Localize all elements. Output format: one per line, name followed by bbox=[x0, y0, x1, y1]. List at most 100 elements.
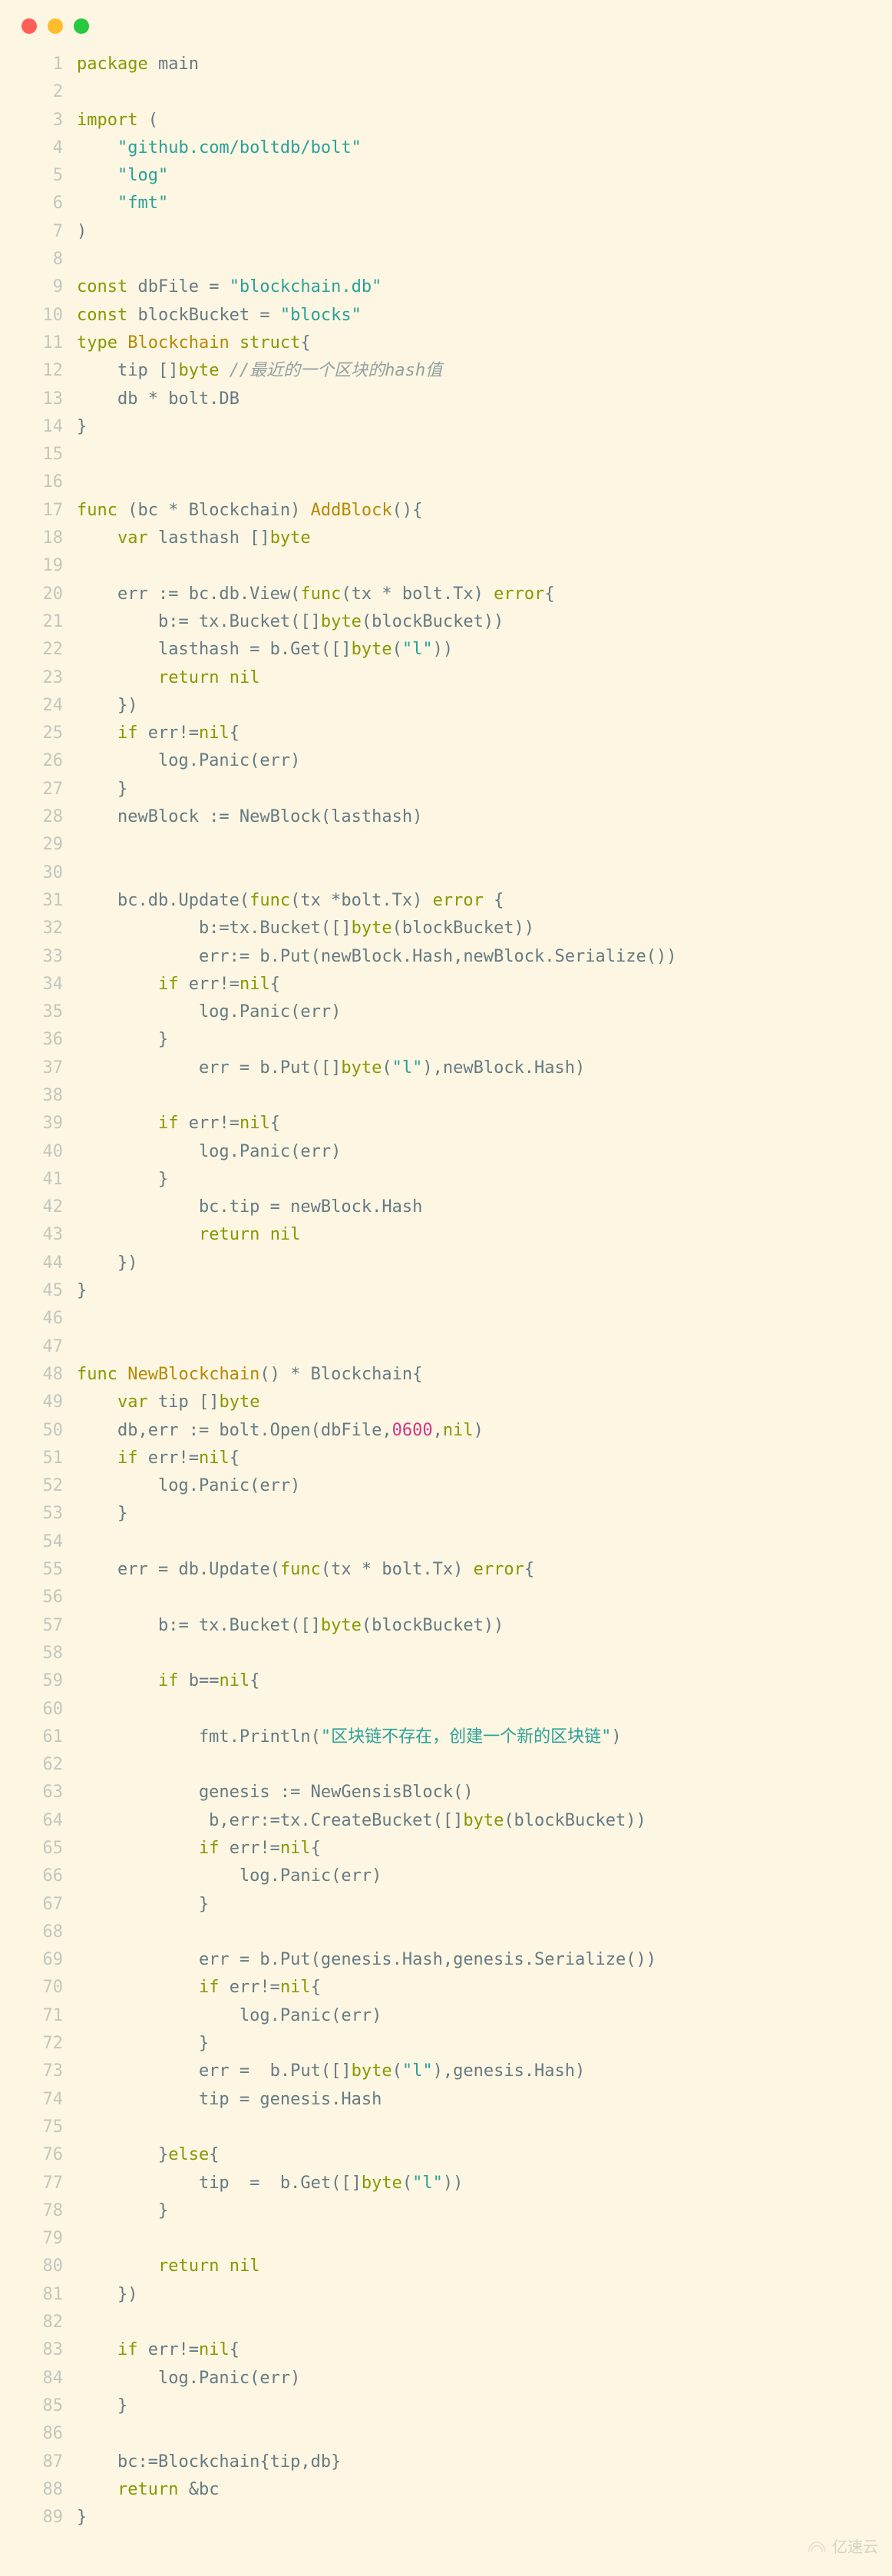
code-line[interactable]: 15 bbox=[21, 441, 871, 469]
code-editor[interactable]: 1package main23import (4 "github.com/bol… bbox=[0, 51, 892, 2531]
line-source[interactable]: if err!=nil{ bbox=[77, 1974, 871, 2002]
line-source[interactable]: b:=tx.Bucket([]byte(blockBucket)) bbox=[77, 915, 871, 942]
line-source[interactable]: } bbox=[77, 1166, 871, 1194]
line-source[interactable]: if b==nil{ bbox=[77, 1667, 871, 1695]
code-line[interactable]: 84 log.Panic(err) bbox=[21, 2365, 871, 2392]
line-source[interactable] bbox=[77, 2420, 871, 2448]
line-source[interactable]: }) bbox=[77, 2281, 871, 2309]
code-line[interactable]: 8 bbox=[21, 246, 871, 273]
line-source[interactable]: }) bbox=[77, 1250, 871, 1277]
code-line[interactable]: 57 b:= tx.Bucket([]byte(blockBucket)) bbox=[21, 1612, 871, 1640]
line-source[interactable]: err:= b.Put(newBlock.Hash,newBlock.Seria… bbox=[77, 943, 871, 971]
code-line[interactable]: 42 bc.tip = newBlock.Hash bbox=[21, 1194, 871, 1221]
line-source[interactable]: log.Panic(err) bbox=[77, 1472, 871, 1500]
code-line[interactable]: 14} bbox=[21, 413, 871, 441]
code-line[interactable]: 22 lasthash = b.Get([]byte("l")) bbox=[21, 636, 871, 664]
code-line[interactable]: 11type Blockchain struct{ bbox=[21, 329, 871, 357]
line-source[interactable]: if err!=nil{ bbox=[77, 1110, 871, 1137]
code-line[interactable]: 75 bbox=[21, 2114, 871, 2141]
code-line[interactable]: 35 log.Panic(err) bbox=[21, 998, 871, 1026]
line-source[interactable] bbox=[77, 552, 871, 580]
line-source[interactable] bbox=[77, 1333, 871, 1361]
line-source[interactable]: err = b.Put([]byte("l"),genesis.Hash) bbox=[77, 2058, 871, 2085]
line-source[interactable] bbox=[77, 1584, 871, 1611]
code-line[interactable]: 85 } bbox=[21, 2392, 871, 2420]
line-source[interactable]: type Blockchain struct{ bbox=[77, 329, 871, 357]
code-line[interactable]: 29 bbox=[21, 831, 871, 859]
code-line[interactable]: 30 bbox=[21, 859, 871, 887]
code-line[interactable]: 10const blockBucket = "blocks" bbox=[21, 302, 871, 329]
line-source[interactable]: } bbox=[77, 1500, 871, 1528]
line-source[interactable]: if err!=nil{ bbox=[77, 720, 871, 747]
code-line[interactable]: 64 b,err:=tx.CreateBucket([]byte(blockBu… bbox=[21, 1807, 871, 1835]
code-line[interactable]: 51 if err!=nil{ bbox=[21, 1445, 871, 1472]
code-line[interactable]: 48func NewBlockchain() * Blockchain{ bbox=[21, 1361, 871, 1389]
code-line[interactable]: 2 bbox=[21, 78, 871, 106]
code-line[interactable]: 36 } bbox=[21, 1026, 871, 1054]
line-source[interactable]: tip = b.Get([]byte("l")) bbox=[77, 2170, 871, 2197]
line-source[interactable]: } bbox=[77, 2030, 871, 2058]
zoom-icon[interactable] bbox=[74, 18, 89, 34]
code-line[interactable]: 73 err = b.Put([]byte("l"),genesis.Hash) bbox=[21, 2058, 871, 2085]
line-source[interactable]: const blockBucket = "blocks" bbox=[77, 302, 871, 329]
code-line[interactable]: 23 return nil bbox=[21, 664, 871, 692]
code-line[interactable]: 49 var tip []byte bbox=[21, 1389, 871, 1416]
line-source[interactable]: b:= tx.Bucket([]byte(blockBucket)) bbox=[77, 1612, 871, 1640]
line-source[interactable] bbox=[77, 1919, 871, 1946]
line-source[interactable]: newBlock := NewBlock(lasthash) bbox=[77, 803, 871, 831]
line-source[interactable]: log.Panic(err) bbox=[77, 1862, 871, 1890]
line-source[interactable]: "github.com/boltdb/bolt" bbox=[77, 134, 871, 162]
line-source[interactable]: tip = genesis.Hash bbox=[77, 2086, 871, 2114]
line-source[interactable]: var lasthash []byte bbox=[77, 525, 871, 552]
code-line[interactable]: 67 } bbox=[21, 1891, 871, 1919]
line-source[interactable] bbox=[77, 1640, 871, 1667]
line-source[interactable]: log.Panic(err) bbox=[77, 747, 871, 775]
line-source[interactable] bbox=[77, 1751, 871, 1779]
line-source[interactable]: err = b.Put([]byte("l"),newBlock.Hash) bbox=[77, 1055, 871, 1082]
line-source[interactable]: }) bbox=[77, 692, 871, 720]
code-line[interactable]: 59 if b==nil{ bbox=[21, 1667, 871, 1695]
code-line[interactable]: 44 }) bbox=[21, 1250, 871, 1277]
code-line[interactable]: 34 if err!=nil{ bbox=[21, 971, 871, 998]
code-line[interactable]: 78 } bbox=[21, 2197, 871, 2225]
line-source[interactable]: return nil bbox=[77, 1221, 871, 1249]
minimize-icon[interactable] bbox=[48, 18, 63, 34]
code-line[interactable]: 45} bbox=[21, 1277, 871, 1305]
line-source[interactable]: const dbFile = "blockchain.db" bbox=[77, 273, 871, 301]
line-source[interactable]: package main bbox=[77, 51, 871, 78]
code-line[interactable]: 28 newBlock := NewBlock(lasthash) bbox=[21, 803, 871, 831]
code-line[interactable]: 71 log.Panic(err) bbox=[21, 2002, 871, 2030]
line-source[interactable]: func NewBlockchain() * Blockchain{ bbox=[77, 1361, 871, 1389]
line-source[interactable]: } bbox=[77, 2197, 871, 2225]
line-source[interactable]: "fmt" bbox=[77, 190, 871, 217]
code-line[interactable]: 24 }) bbox=[21, 692, 871, 720]
code-line[interactable]: 83 if err!=nil{ bbox=[21, 2336, 871, 2364]
line-source[interactable]: } bbox=[77, 1891, 871, 1919]
code-line[interactable]: 72 } bbox=[21, 2030, 871, 2058]
line-source[interactable]: err = b.Put(genesis.Hash,genesis.Seriali… bbox=[77, 1946, 871, 1974]
code-line[interactable]: 89} bbox=[21, 2504, 871, 2531]
line-source[interactable]: return nil bbox=[77, 664, 871, 692]
code-line[interactable]: 63 genesis := NewGensisBlock() bbox=[21, 1779, 871, 1806]
code-line[interactable]: 87 bc:=Blockchain{tip,db} bbox=[21, 2449, 871, 2476]
code-line[interactable]: 32 b:=tx.Bucket([]byte(blockBucket)) bbox=[21, 915, 871, 942]
code-line[interactable]: 79 bbox=[21, 2225, 871, 2253]
code-line[interactable]: 16 bbox=[21, 469, 871, 496]
code-line[interactable]: 76 }else{ bbox=[21, 2141, 871, 2169]
line-source[interactable]: if err!=nil{ bbox=[77, 971, 871, 998]
code-line[interactable]: 69 err = b.Put(genesis.Hash,genesis.Seri… bbox=[21, 1946, 871, 1974]
line-source[interactable]: bc.tip = newBlock.Hash bbox=[77, 1194, 871, 1221]
code-line[interactable]: 56 bbox=[21, 1584, 871, 1611]
code-line[interactable]: 55 err = db.Update(func(tx * bolt.Tx) er… bbox=[21, 1556, 871, 1584]
line-source[interactable] bbox=[77, 2309, 871, 2336]
code-line[interactable]: 4 "github.com/boltdb/bolt" bbox=[21, 134, 871, 162]
code-line[interactable]: 60 bbox=[21, 1696, 871, 1723]
line-source[interactable]: } bbox=[77, 2504, 871, 2531]
line-source[interactable] bbox=[77, 1696, 871, 1723]
line-source[interactable] bbox=[77, 441, 871, 469]
code-line[interactable]: 26 log.Panic(err) bbox=[21, 747, 871, 775]
line-source[interactable]: } bbox=[77, 776, 871, 803]
code-line[interactable]: 17func (bc * Blockchain) AddBlock(){ bbox=[21, 497, 871, 525]
line-source[interactable]: import ( bbox=[77, 107, 871, 134]
line-source[interactable] bbox=[77, 2225, 871, 2253]
